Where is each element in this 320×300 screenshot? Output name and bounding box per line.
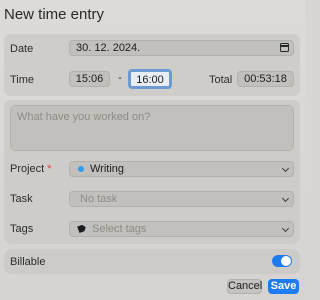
task-select[interactable]: No task: [69, 191, 294, 207]
tags-label: Tags: [10, 223, 34, 235]
details-section: What have you worked on? Project * Writin…: [4, 100, 300, 244]
calendar-icon[interactable]: [280, 43, 289, 52]
task-label: Task: [10, 193, 33, 205]
billable-toggle[interactable]: [272, 255, 292, 267]
start-time-field[interactable]: 15:06: [69, 71, 110, 87]
date-label: Date: [10, 43, 34, 55]
end-time-field[interactable]: 16:00: [128, 69, 172, 89]
tags-value: Select tags: [92, 223, 147, 235]
project-value: Writing: [90, 163, 125, 175]
required-mark: *: [47, 163, 52, 175]
billable-label: Billable: [10, 256, 46, 268]
date-value: 30. 12. 2024.: [76, 42, 141, 54]
billable-section: Billable: [4, 249, 300, 274]
save-button[interactable]: Save: [268, 279, 299, 294]
tag-icon: [77, 224, 87, 233]
window-title: New time entry: [4, 6, 105, 23]
total-duration-field[interactable]: 00:53:18: [237, 71, 294, 87]
total-label: Total: [209, 74, 233, 86]
project-color-dot: [78, 166, 84, 172]
date-time-section: Date 30. 12. 2024. Time 15:06 - 16:00 To…: [4, 34, 300, 96]
time-separator: -: [118, 72, 122, 84]
chevron-down-icon: [281, 164, 290, 173]
cancel-button[interactable]: Cancel: [227, 279, 262, 294]
task-value: No task: [80, 193, 118, 205]
project-label: Project *: [10, 163, 52, 175]
time-label: Time: [10, 74, 35, 86]
date-field[interactable]: 30. 12. 2024.: [69, 40, 294, 56]
description-input[interactable]: What have you worked on?: [10, 105, 294, 151]
chevron-down-icon: [281, 224, 290, 233]
tags-select[interactable]: Select tags: [69, 221, 294, 237]
new-time-entry-window: New time entry Date 30. 12. 2024. Time 1…: [0, 0, 305, 300]
chevron-down-icon: [281, 194, 290, 203]
project-select[interactable]: Writing: [69, 161, 294, 177]
